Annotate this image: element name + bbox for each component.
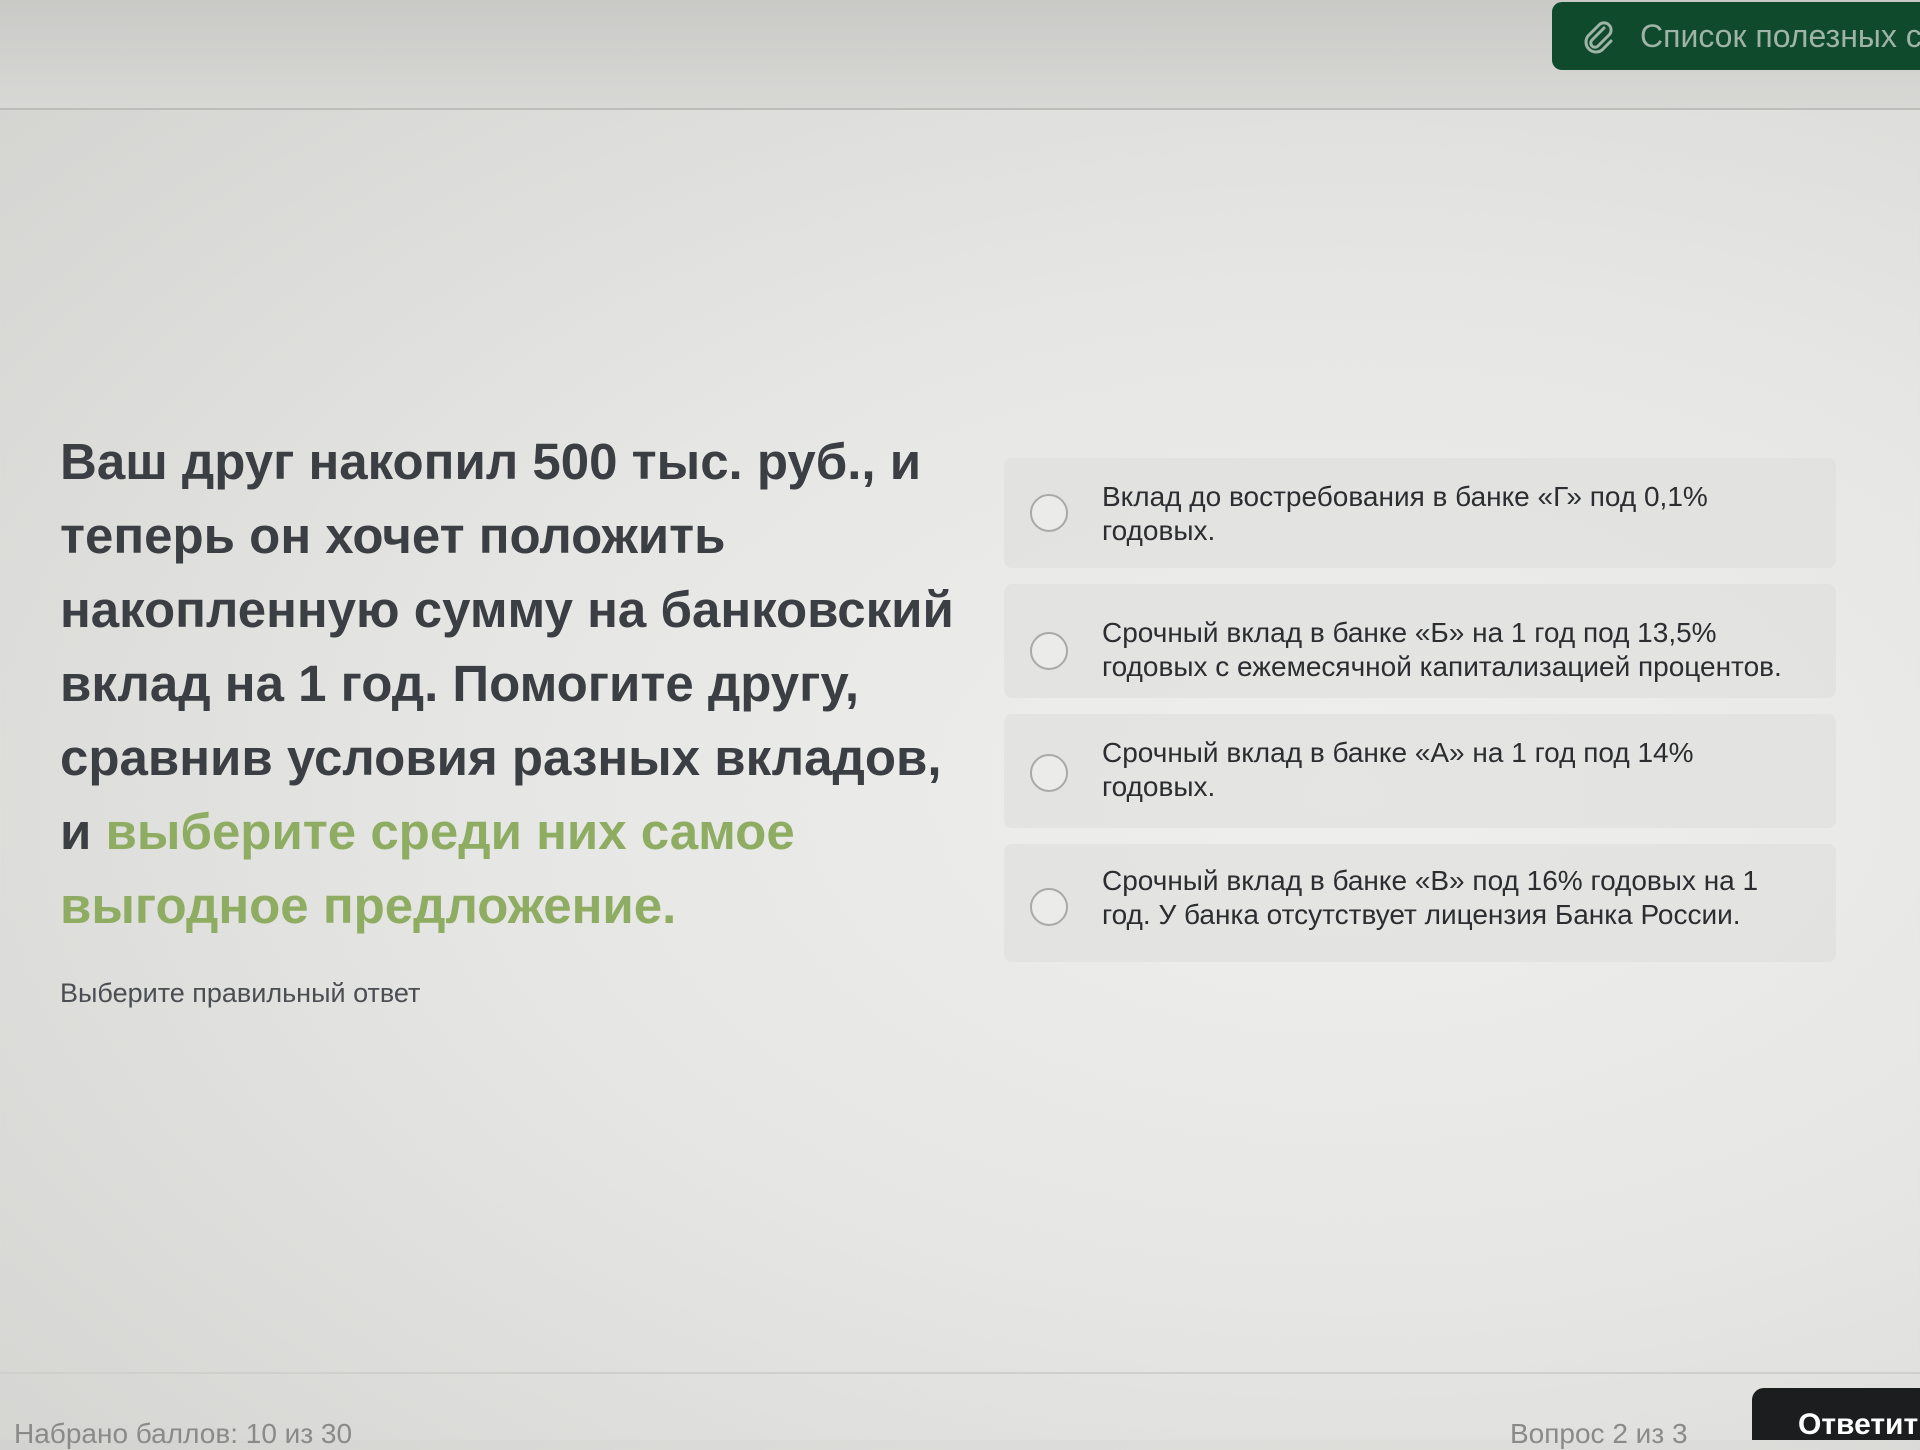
answer-label: Срочный вклад в банке «В» под 16% годовы… — [1102, 865, 1759, 930]
answer-option-4[interactable]: Срочный вклад в банке «В» под 16% годовы… — [1004, 844, 1836, 962]
answer-option-2[interactable]: Срочный вклад в банке «Б» на 1 год под 1… — [1004, 584, 1836, 698]
answer-hint: Выберите правильный ответ — [60, 978, 421, 1008]
radio-button[interactable] — [1030, 888, 1068, 926]
answer-label: Срочный вклад в банке «Б» на 1 год под 1… — [1102, 617, 1782, 682]
paperclip-icon — [1584, 21, 1613, 54]
radio-button[interactable] — [1030, 632, 1068, 670]
useful-links-label: Список полезных с — [1640, 17, 1920, 54]
useful-links-button[interactable]: Список полезных с — [1552, 2, 1920, 70]
question-highlight: выберите среди них самое выгодное предло… — [60, 803, 795, 934]
question-counter: Вопрос 2 из 3 — [1510, 1418, 1688, 1449]
answer-label: Срочный вклад в банке «А» на 1 год под 1… — [1102, 737, 1694, 802]
question-plain: Ваш друг накопил 500 тыс. руб., и теперь… — [60, 433, 954, 860]
footer-divider — [0, 1372, 1920, 1374]
answer-list: Вклад до востребования в банке «Г» под 0… — [1004, 458, 1836, 978]
answer-option-1[interactable]: Вклад до востребования в банке «Г» под 0… — [1004, 458, 1836, 568]
question-text: Ваш друг накопил 500 тыс. руб., и теперь… — [60, 425, 960, 943]
answer-button[interactable]: Ответить — [1752, 1388, 1920, 1440]
answer-option-3[interactable]: Срочный вклад в банке «А» на 1 год под 1… — [1004, 714, 1836, 828]
score-text: Набрано баллов: 10 из 30 — [14, 1418, 353, 1449]
answer-label: Вклад до востребования в банке «Г» под 0… — [1102, 481, 1708, 546]
radio-button[interactable] — [1030, 754, 1068, 792]
radio-button[interactable] — [1030, 494, 1068, 532]
top-bar: Список полезных с — [0, 0, 1920, 110]
